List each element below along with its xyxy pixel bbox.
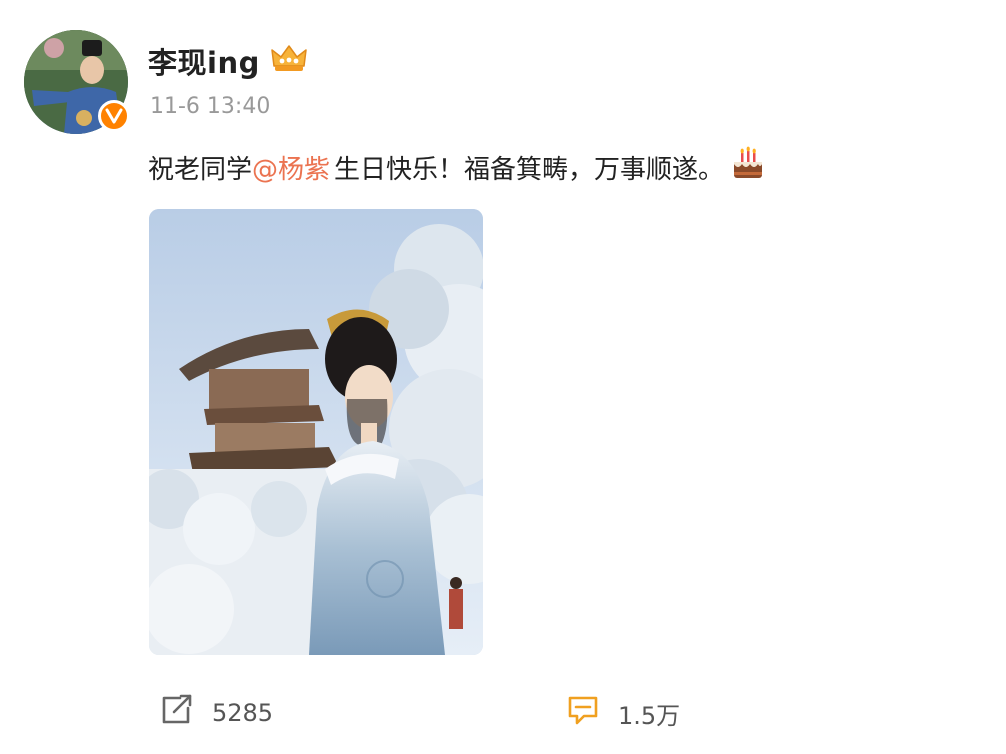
photo-woman-in-hanfu bbox=[149, 209, 483, 655]
verified-v-icon bbox=[98, 100, 130, 132]
post-text-before: 祝老同学 bbox=[148, 155, 253, 185]
post-timestamp[interactable]: 11-6 13:40 bbox=[150, 94, 270, 119]
forward-count: 5285 bbox=[212, 699, 274, 727]
forward-icon[interactable] bbox=[160, 694, 194, 732]
cake-icon bbox=[730, 146, 766, 189]
comment-count: 1.5万 bbox=[618, 701, 681, 730]
avatar-wrapper[interactable] bbox=[24, 30, 130, 134]
author-name[interactable]: 李现ing bbox=[148, 40, 260, 82]
forward-action[interactable]: 5285 bbox=[160, 694, 273, 732]
vip-crown-icon[interactable] bbox=[270, 42, 308, 81]
post-text: 祝老同学 @杨紫 生日快乐！福备箕畴，万事顺遂。 bbox=[148, 146, 766, 189]
mention-link[interactable]: @杨紫 bbox=[252, 149, 330, 186]
author-name-row: 李现ing bbox=[148, 40, 308, 82]
comment-action[interactable]: 1.5万 bbox=[566, 694, 680, 732]
post-text-after: 生日快乐！福备箕畴，万事顺遂。 bbox=[334, 155, 725, 185]
weibo-post: 李现ing 11-6 13:40 祝老同学 @杨紫 生日快乐！福备箕畴，万事顺遂… bbox=[0, 0, 1006, 754]
post-photo[interactable] bbox=[149, 209, 483, 655]
comment-icon[interactable] bbox=[566, 694, 600, 732]
